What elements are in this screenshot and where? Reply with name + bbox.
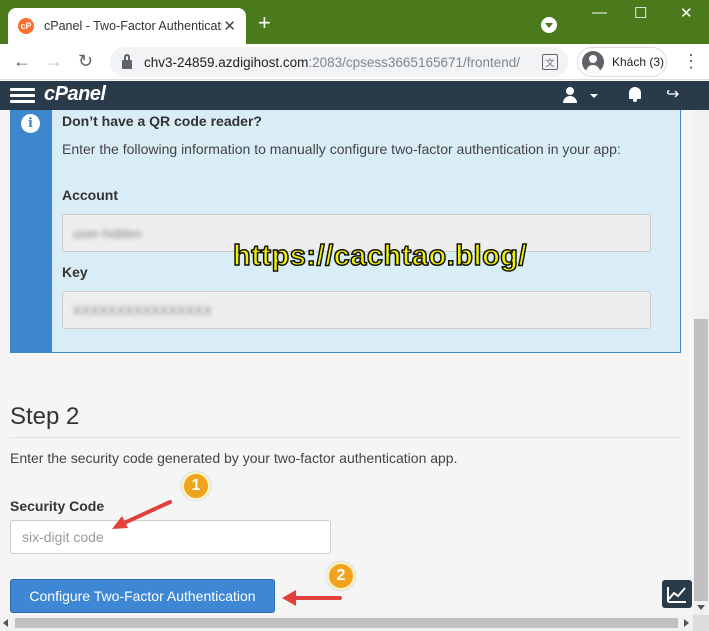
scroll-left-arrow-icon[interactable]: [3, 619, 8, 627]
address-bar[interactable]: chv3-24859.azdigihost.com:2083/cpsess366…: [110, 47, 568, 77]
user-dropdown-caret-icon[interactable]: [590, 94, 598, 98]
key-label: Key: [62, 264, 88, 280]
browser-menu-icon[interactable]: ⋮: [682, 52, 700, 70]
notifications-bell-icon[interactable]: [628, 87, 642, 102]
browser-tab-bar: cP cPanel - Two-Factor Authentication ✕ …: [0, 0, 709, 44]
account-value: user-hidden: [73, 225, 142, 241]
browser-tab[interactable]: cP cPanel - Two-Factor Authentication ✕: [8, 8, 246, 44]
manual-config-callout: i Don’t have a QR code reader? Enter the…: [10, 110, 681, 353]
lock-icon[interactable]: [122, 53, 132, 69]
maximize-button[interactable]: ☐: [634, 4, 647, 22]
hamburger-menu-icon[interactable]: [10, 88, 35, 103]
tab-search-icon[interactable]: [541, 17, 557, 33]
security-code-label: Security Code: [10, 498, 105, 514]
vertical-scrollbar[interactable]: [693, 110, 709, 615]
profile-button[interactable]: Khách (3): [577, 47, 667, 77]
info-icon: i: [21, 114, 40, 133]
vertical-scroll-thumb[interactable]: [694, 319, 708, 601]
tab-close-icon[interactable]: ✕: [223, 17, 236, 35]
logout-icon[interactable]: ↪: [666, 86, 679, 104]
tab-title: cPanel - Two-Factor Authentication: [44, 19, 222, 33]
window-close-button[interactable]: ✕: [680, 4, 693, 22]
horizontal-scrollbar[interactable]: [0, 615, 693, 631]
browser-toolbar: ← → ↻ chv3-24859.azdigihost.com:2083/cps…: [0, 44, 709, 80]
stats-chart-button[interactable]: [662, 580, 692, 608]
account-label: Account: [62, 187, 118, 203]
back-arrow-icon[interactable]: ←: [13, 50, 31, 72]
horizontal-scroll-thumb[interactable]: [15, 618, 678, 628]
configure-two-factor-button[interactable]: Configure Two-Factor Authentication: [10, 579, 275, 613]
page-content: i Don’t have a QR code reader? Enter the…: [0, 110, 693, 615]
step-2-description: Enter the security code generated by you…: [10, 450, 458, 466]
annotation-badge-2: 2: [327, 562, 355, 590]
cpanel-logo[interactable]: cPanel: [44, 83, 106, 106]
translate-icon[interactable]: 文: [542, 54, 558, 70]
watermark-text: https://cachtao.blog/: [232, 239, 528, 273]
annotation-badge-1: 1: [182, 472, 210, 500]
profile-label: Khách (3): [612, 55, 665, 69]
url-text: chv3-24859.azdigihost.com:2083/cpsess366…: [144, 54, 521, 70]
new-tab-button[interactable]: +: [258, 12, 271, 34]
user-icon[interactable]: [563, 87, 577, 103]
annotation-arrow-2: [282, 590, 342, 606]
cpanel-favicon-icon: cP: [18, 18, 34, 34]
scroll-down-arrow-icon[interactable]: [697, 605, 705, 610]
reload-icon[interactable]: ↻: [78, 50, 93, 72]
step-2-title: Step 2: [10, 403, 80, 430]
key-field[interactable]: XXXXXXXXXXXXXXXX: [62, 291, 651, 329]
callout-accent-strip: i: [11, 110, 52, 352]
forward-arrow-icon[interactable]: →: [45, 50, 63, 72]
minimize-button[interactable]: —: [592, 4, 607, 21]
callout-description: Enter the following information to manua…: [62, 141, 621, 157]
scrollbar-corner: [693, 615, 709, 631]
cpanel-header: cPanel ↪: [0, 81, 709, 110]
avatar-icon: [582, 51, 604, 73]
scroll-right-arrow-icon[interactable]: [684, 619, 689, 627]
annotation-arrow-1: [112, 500, 172, 529]
trend-chart-icon: [667, 587, 686, 603]
key-value: XXXXXXXXXXXXXXXX: [73, 302, 212, 318]
step-divider: [10, 437, 681, 438]
callout-title: Don’t have a QR code reader?: [62, 113, 262, 129]
